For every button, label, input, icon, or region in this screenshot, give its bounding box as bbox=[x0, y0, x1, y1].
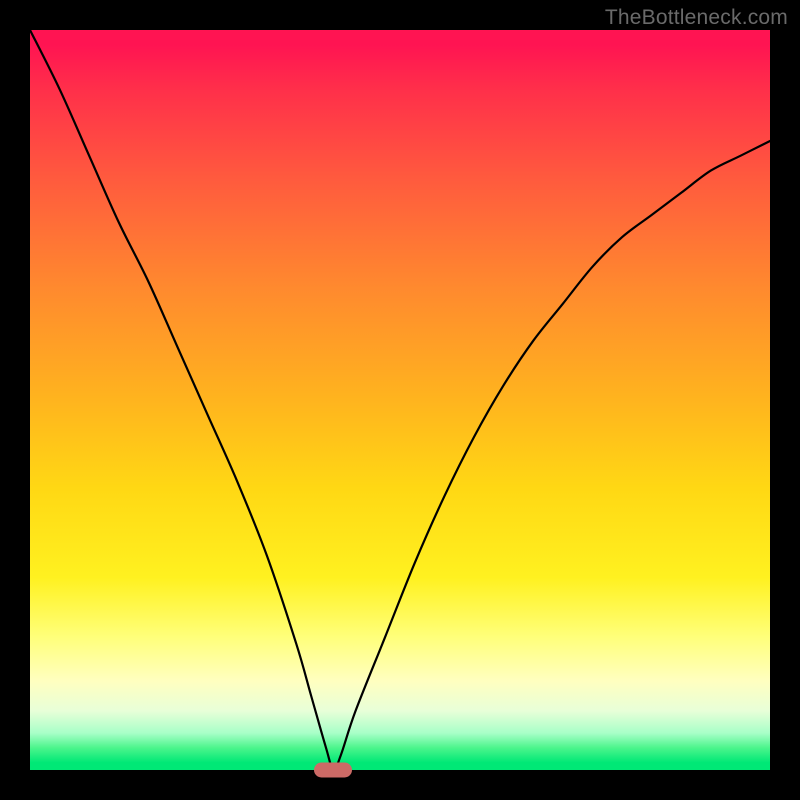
bottleneck-curve bbox=[30, 30, 770, 770]
chart-frame: TheBottleneck.com bbox=[0, 0, 800, 800]
watermark-text: TheBottleneck.com bbox=[605, 6, 788, 30]
optimal-marker bbox=[314, 763, 352, 778]
plot-area bbox=[30, 30, 770, 770]
